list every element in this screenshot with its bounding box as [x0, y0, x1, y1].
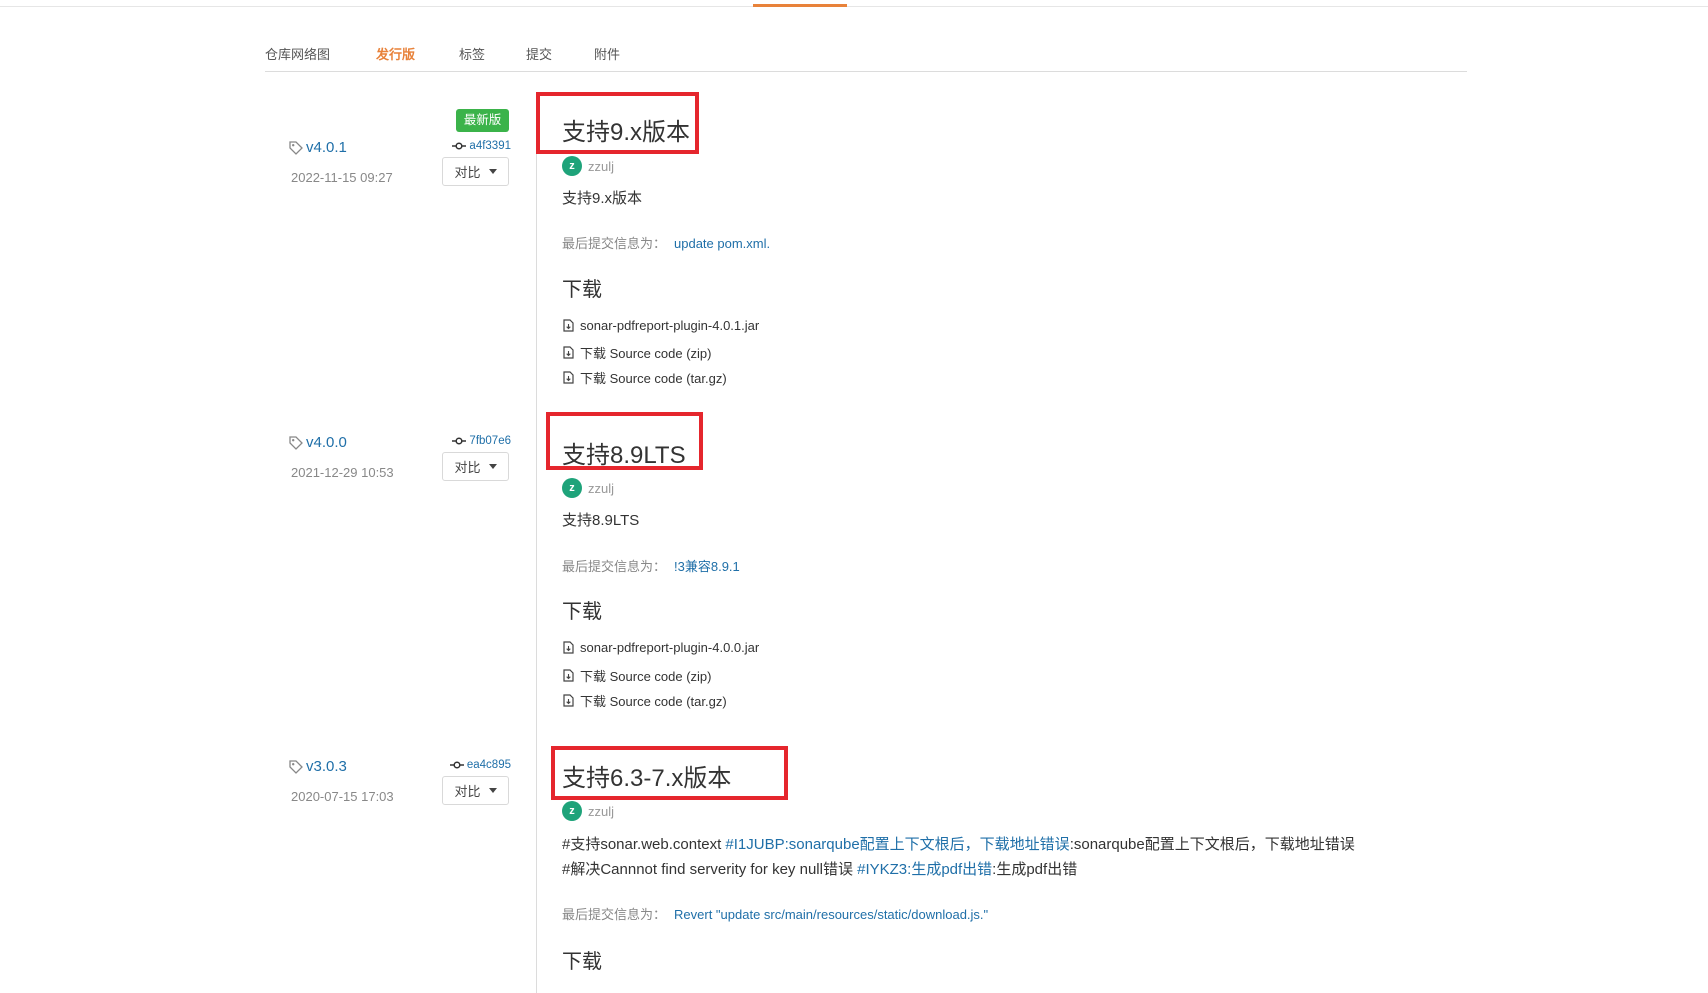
download-file[interactable]: sonar-pdfreport-plugin-4.0.0.jar [563, 640, 759, 655]
description-line: #解决Cannnot find serverity for key null错误… [562, 857, 1355, 882]
commit-link[interactable]: ea4c895 [449, 759, 511, 771]
compare-label: 对比 [454, 460, 481, 475]
compare-dropdown[interactable]: 对比 [442, 157, 509, 186]
avatar: z [562, 801, 582, 821]
download-heading: 下载 [562, 951, 602, 973]
description-line: #支持sonar.web.context #I1JUBP:sonarqube配置… [562, 832, 1355, 857]
release-description: 支持8.9LTS [562, 512, 640, 529]
release-author[interactable]: z zzulj [562, 156, 614, 176]
tag-icon [289, 140, 303, 155]
top-bar [0, 0, 1708, 7]
download-file[interactable]: sonar-pdfreport-plugin-4.0.1.jar [563, 318, 759, 333]
latest-badge: 最新版 [456, 109, 509, 132]
commit-hash: 7fb07e6 [469, 435, 511, 447]
last-commit-info: 最后提交信息为： Revert "update src/main/resource… [562, 904, 988, 923]
tag-icon [289, 435, 303, 450]
release-title[interactable]: 支持9.x版本 [562, 112, 690, 147]
issue-link[interactable]: #I1JUBP:sonarqube配置上下文根后，下载地址错误 [725, 836, 1069, 853]
release-tag[interactable]: v4.0.0 [289, 434, 347, 451]
file-icon [563, 346, 574, 359]
release-tag[interactable]: v4.0.1 [289, 139, 347, 156]
file-name: 下载 Source code (tar.gz) [580, 371, 727, 386]
tab-attachments[interactable]: 附件 [594, 44, 620, 63]
tag-icon [289, 759, 303, 774]
commit-link[interactable]: a4f3391 [452, 140, 511, 152]
download-heading: 下载 [562, 601, 602, 623]
commit-icon [452, 437, 467, 445]
commit-hash: ea4c895 [466, 759, 511, 771]
release-title[interactable]: 支持8.9LTS [562, 435, 686, 470]
issue-link[interactable]: #IYKZ3:生成pdf出错 [857, 861, 992, 878]
last-commit-info: 最后提交信息为： !3兼容8.9.1 [562, 556, 740, 575]
compare-label: 对比 [454, 784, 481, 799]
tab-tags[interactable]: 标签 [459, 44, 485, 63]
file-name: 下载 Source code (tar.gz) [580, 694, 727, 709]
tab-commits[interactable]: 提交 [526, 44, 552, 63]
description-text: #支持sonar.web.context [562, 836, 726, 853]
compare-dropdown[interactable]: 对比 [442, 452, 509, 481]
file-icon [563, 669, 574, 682]
download-heading: 下载 [562, 279, 602, 301]
release-author[interactable]: z zzulj [562, 801, 614, 821]
release-description: #支持sonar.web.context #I1JUBP:sonarqube配置… [562, 832, 1355, 882]
active-nav-indicator [753, 4, 847, 7]
compare-label: 对比 [454, 165, 481, 180]
release-date: 2022-11-15 09:27 [291, 170, 393, 185]
caret-down-icon [488, 464, 497, 469]
release-title[interactable]: 支持6.3-7.x版本 [562, 758, 731, 793]
tag-label: v4.0.0 [306, 434, 347, 451]
caret-down-icon [488, 788, 497, 793]
tab-network[interactable]: 仓库网络图 [265, 44, 330, 63]
file-name: sonar-pdfreport-plugin-4.0.0.jar [580, 640, 760, 655]
author-name: zzulj [588, 803, 615, 819]
commit-icon [449, 761, 464, 769]
commit-icon [452, 142, 467, 150]
commit-hash: a4f3391 [469, 140, 511, 152]
last-commit-link[interactable]: Revert "update src/main/resources/static… [674, 907, 988, 922]
download-source-zip[interactable]: 下载 Source code (zip) [563, 343, 712, 362]
file-name: 下载 Source code (zip) [580, 669, 712, 684]
file-icon [563, 694, 574, 707]
description-text: #解决Cannnot find serverity for key null错误 [562, 861, 858, 878]
tab-releases[interactable]: 发行版 [376, 44, 415, 63]
file-icon [563, 641, 574, 654]
release-tag[interactable]: v3.0.3 [289, 758, 347, 775]
last-commit-label: 最后提交信息为： [562, 236, 667, 251]
avatar: z [562, 478, 582, 498]
release-description: 支持9.x版本 [562, 190, 643, 207]
download-source-targz[interactable]: 下载 Source code (tar.gz) [563, 368, 727, 387]
file-icon [563, 371, 574, 384]
last-commit-info: 最后提交信息为： update pom.xml. [562, 233, 770, 252]
last-commit-label: 最后提交信息为： [562, 559, 667, 574]
timeline-divider [536, 100, 537, 993]
release-date: 2020-07-15 17:03 [291, 789, 394, 804]
release-author[interactable]: z zzulj [562, 478, 614, 498]
file-icon [563, 319, 574, 332]
compare-dropdown[interactable]: 对比 [442, 776, 509, 805]
description-text: :sonarqube配置上下文根后，下载地址错误 [1069, 836, 1355, 853]
commit-link[interactable]: 7fb07e6 [452, 435, 511, 447]
download-source-targz[interactable]: 下载 Source code (tar.gz) [563, 691, 727, 710]
last-commit-link[interactable]: update pom.xml. [674, 236, 770, 251]
last-commit-label: 最后提交信息为： [562, 907, 667, 922]
last-commit-link[interactable]: !3兼容8.9.1 [674, 559, 740, 574]
avatar: z [562, 156, 582, 176]
tag-label: v4.0.1 [306, 139, 347, 156]
download-source-zip[interactable]: 下载 Source code (zip) [563, 666, 712, 685]
caret-down-icon [488, 169, 497, 174]
tag-label: v3.0.3 [306, 758, 347, 775]
author-name: zzulj [588, 158, 615, 174]
release-date: 2021-12-29 10:53 [291, 465, 394, 480]
description-text: :生成pdf出错 [992, 861, 1078, 878]
file-name: sonar-pdfreport-plugin-4.0.1.jar [580, 318, 760, 333]
release-tabs: 仓库网络图 发行版 标签 提交 附件 [265, 40, 1467, 72]
author-name: zzulj [588, 480, 615, 496]
file-name: 下载 Source code (zip) [580, 346, 712, 361]
